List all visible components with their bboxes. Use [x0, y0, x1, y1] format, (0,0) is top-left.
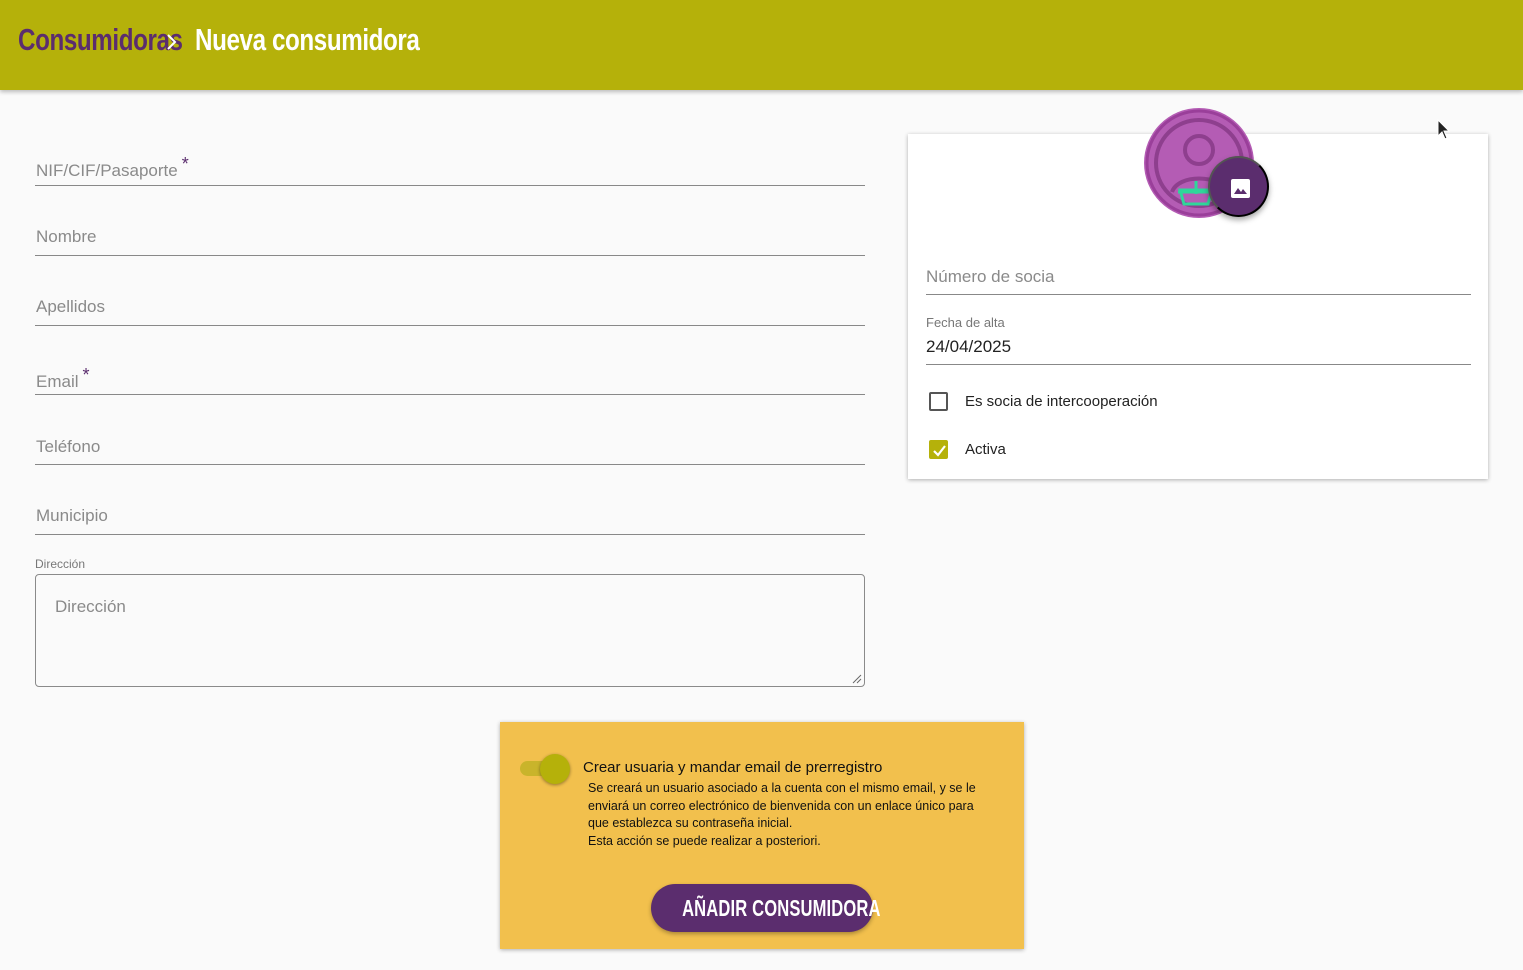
nombre-field[interactable]: Nombre: [35, 220, 865, 256]
chevron-right-icon: [167, 34, 177, 50]
activa-checkbox[interactable]: [929, 440, 948, 459]
check-icon: [933, 445, 946, 457]
toggle-thumb[interactable]: [540, 754, 570, 784]
telefono-field[interactable]: Teléfono: [35, 429, 865, 465]
email-placeholder: Email *: [36, 365, 90, 391]
add-consumidora-button[interactable]: AÑADIR CONSUMIDORA: [651, 884, 881, 932]
municipio-field[interactable]: Municipio: [35, 498, 865, 535]
direccion-label: Dirección: [35, 557, 86, 571]
breadcrumb-current-page: Nueva consumidora: [195, 22, 420, 57]
description-line: enviará un correo electrónico de bienven…: [588, 798, 974, 813]
change-image-button[interactable]: [1208, 156, 1269, 217]
apellidos-field[interactable]: Apellidos: [35, 290, 865, 326]
preregistro-title: Crear usuaria y mandar email de prerregi…: [583, 759, 883, 776]
nif-placeholder: NIF/CIF/Pasaporte *: [36, 154, 189, 180]
telefono-placeholder: Teléfono: [36, 437, 101, 456]
intercooperacion-checkbox[interactable]: [929, 392, 948, 411]
nif-field[interactable]: NIF/CIF/Pasaporte *: [35, 150, 865, 186]
fecha-alta-label: Fecha de alta: [926, 315, 1005, 330]
description-line: que establezca su contraseña inicial.: [588, 816, 793, 831]
description-line: Se creará un usuario asociado a la cuent…: [588, 781, 976, 795]
fecha-alta-value: 24/04/2025: [926, 337, 1012, 356]
intercooperacion-label: Es socia de intercooperación: [965, 393, 1158, 410]
required-marker: *: [181, 154, 189, 174]
preregistro-description: Se creará un usuario asociado a la cuent…: [588, 780, 983, 850]
required-marker: *: [82, 365, 90, 385]
mouse-cursor-icon: [1437, 119, 1451, 140]
nombre-placeholder: Nombre: [36, 227, 97, 246]
email-field[interactable]: Email *: [35, 359, 865, 395]
activa-label: Activa: [965, 441, 1006, 458]
breadcrumb-consumidoras-link[interactable]: Consumidoras: [18, 22, 183, 58]
apellidos-placeholder: Apellidos: [36, 297, 105, 316]
numero-socia-placeholder: Número de socia: [926, 267, 1055, 286]
description-line: Esta acción se puede realizar a posterio…: [588, 833, 821, 848]
resize-handle-icon[interactable]: [852, 674, 862, 684]
direccion-textarea[interactable]: Dirección: [35, 574, 865, 687]
image-icon: [1231, 179, 1250, 198]
numero-socia-field[interactable]: Número de socia: [926, 260, 1471, 295]
add-consumidora-button-label: AÑADIR CONSUMIDORA: [682, 894, 881, 921]
municipio-placeholder: Municipio: [36, 506, 108, 525]
top-bar: Consumidoras Nueva consumidora: [0, 0, 1523, 90]
direccion-placeholder: Dirección: [55, 597, 126, 616]
